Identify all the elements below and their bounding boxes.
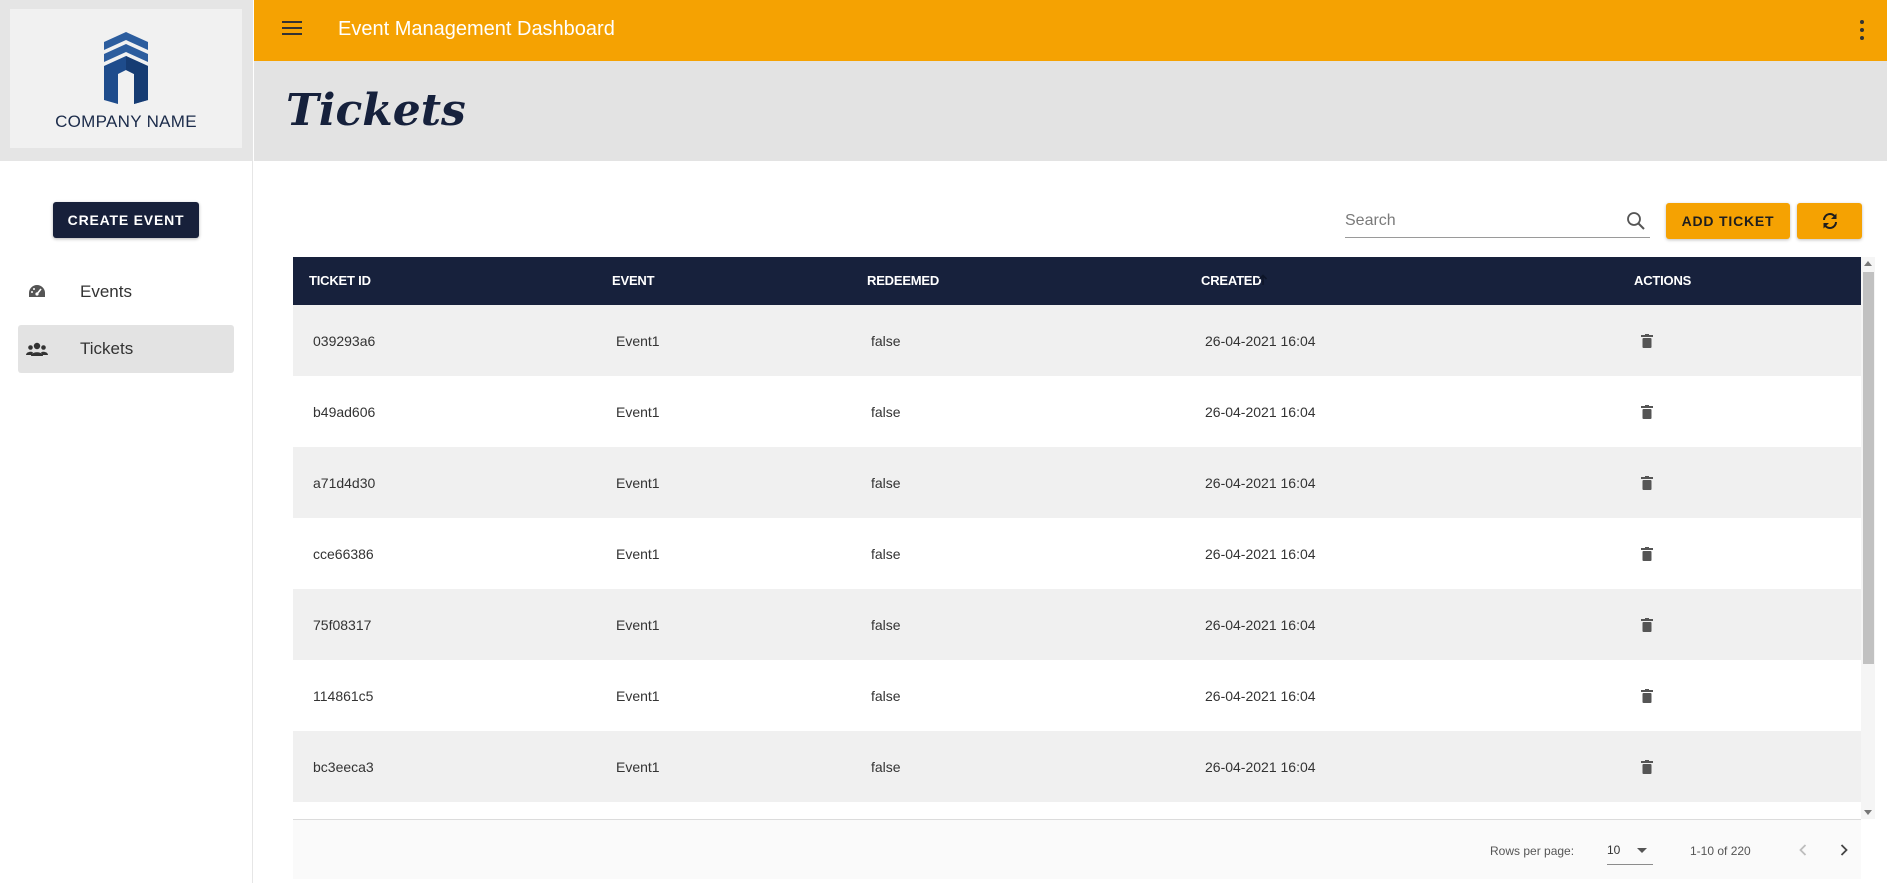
- cell-created: 26-04-2021 16:04: [1205, 404, 1316, 420]
- scroll-down-arrow-icon[interactable]: [1864, 810, 1872, 815]
- page-title: Tickets: [286, 85, 466, 136]
- next-page-icon[interactable]: [1834, 840, 1854, 860]
- column-header-event[interactable]: EVENT: [612, 273, 655, 288]
- cell-ticket-id: bc3eeca3: [313, 759, 374, 775]
- cell-ticket-id: cce66386: [313, 546, 374, 562]
- search-icon[interactable]: [1626, 211, 1646, 231]
- pagination-range: 1-10 of 220: [1690, 844, 1751, 858]
- delete-icon[interactable]: [1641, 476, 1653, 490]
- building-logo-icon: [104, 31, 148, 104]
- cell-ticket-id: a71d4d30: [313, 475, 376, 491]
- dropdown-caret-icon: [1637, 848, 1647, 853]
- rows-per-page-label: Rows per page:: [1490, 844, 1575, 858]
- cell-created: 26-04-2021 16:04: [1205, 333, 1316, 349]
- table-row[interactable]: cce66386 Event1 false 26-04-2021 16:04: [293, 518, 1861, 589]
- cell-ticket-id: 039293a6: [313, 333, 376, 349]
- people-group-icon: [26, 338, 48, 360]
- cell-event: Event1: [616, 617, 660, 633]
- page-header: Tickets: [254, 61, 1887, 161]
- table-header: TICKET ID EVENT REDEEMED CREATED ACTIONS: [293, 257, 1861, 305]
- cell-created: 26-04-2021 16:04: [1205, 546, 1316, 562]
- search-field[interactable]: [1345, 206, 1650, 238]
- column-header-created[interactable]: CREATED: [1201, 273, 1262, 288]
- sidebar-item-label: Tickets: [80, 339, 134, 358]
- cell-event: Event1: [616, 759, 660, 775]
- column-header-ticket-id[interactable]: TICKET ID: [309, 273, 371, 288]
- table-row[interactable]: 114861c5 Event1 false 26-04-2021 16:04: [293, 660, 1861, 731]
- more-vert-icon[interactable]: [1859, 20, 1865, 40]
- app-title: Event Management Dashboard: [338, 18, 615, 40]
- column-header-redeemed[interactable]: REDEEMED: [867, 273, 939, 288]
- cell-redeemed: false: [871, 546, 901, 562]
- cell-event: Event1: [616, 688, 660, 704]
- delete-icon[interactable]: [1641, 689, 1653, 703]
- cell-event: Event1: [616, 333, 660, 349]
- cell-event: Event1: [616, 404, 660, 420]
- sidebar: COMPANY NAME CREATE EVENT Events Tickets: [0, 0, 253, 883]
- search-input[interactable]: [1345, 206, 1615, 236]
- sidebar-item-label: Events: [80, 282, 132, 301]
- cell-redeemed: false: [871, 404, 901, 420]
- cell-created: 26-04-2021 16:04: [1205, 688, 1316, 704]
- cell-ticket-id: b49ad606: [313, 404, 376, 420]
- cell-ticket-id: 75f08317: [313, 617, 372, 633]
- previous-page-icon[interactable]: [1793, 840, 1813, 860]
- delete-icon[interactable]: [1641, 618, 1653, 632]
- sidebar-item-tickets[interactable]: Tickets: [18, 325, 234, 373]
- rows-per-page-select[interactable]: 10: [1607, 838, 1653, 865]
- cell-redeemed: false: [871, 475, 901, 491]
- rows-per-page-value: 10: [1607, 843, 1621, 857]
- app-bar: Event Management Dashboard: [254, 0, 1887, 61]
- refresh-button[interactable]: [1797, 203, 1862, 239]
- create-event-button[interactable]: CREATE EVENT: [53, 202, 199, 238]
- table-row[interactable]: a71d4d30 Event1 false 26-04-2021 16:04: [293, 447, 1861, 518]
- delete-icon[interactable]: [1641, 547, 1653, 561]
- scrollbar-thumb[interactable]: [1863, 272, 1874, 664]
- table-row[interactable]: 039293a6 Event1 false 26-04-2021 16:04: [293, 305, 1861, 376]
- delete-icon[interactable]: [1641, 760, 1653, 774]
- table-row-partial: [293, 802, 1861, 819]
- cell-event: Event1: [616, 475, 660, 491]
- cell-created: 26-04-2021 16:04: [1205, 475, 1316, 491]
- cell-redeemed: false: [871, 688, 901, 704]
- cell-redeemed: false: [871, 333, 901, 349]
- company-name: COMPANY NAME: [55, 111, 197, 131]
- table-row[interactable]: bc3eeca3 Event1 false 26-04-2021 16:04: [293, 731, 1861, 802]
- cell-created: 26-04-2021 16:04: [1205, 617, 1316, 633]
- logo-area: COMPANY NAME: [0, 0, 253, 161]
- table-scrollbar[interactable]: [1861, 257, 1875, 819]
- sort-arrow-up-icon[interactable]: [1258, 274, 1268, 286]
- scroll-up-arrow-icon[interactable]: [1864, 261, 1872, 266]
- table-row[interactable]: b49ad606 Event1 false 26-04-2021 16:04: [293, 376, 1861, 447]
- refresh-icon: [1822, 213, 1837, 229]
- company-logo[interactable]: COMPANY NAME: [10, 9, 242, 148]
- tickets-table: TICKET ID EVENT REDEEMED CREATED ACTIONS…: [293, 257, 1861, 819]
- add-ticket-button[interactable]: ADD TICKET: [1666, 203, 1790, 239]
- cell-redeemed: false: [871, 617, 901, 633]
- sidebar-item-events[interactable]: Events: [18, 268, 234, 316]
- column-header-actions: ACTIONS: [1634, 273, 1692, 288]
- cell-created: 26-04-2021 16:04: [1205, 759, 1316, 775]
- cell-event: Event1: [616, 546, 660, 562]
- cell-redeemed: false: [871, 759, 901, 775]
- delete-icon[interactable]: [1641, 334, 1653, 348]
- dashboard-gauge-icon: [26, 281, 48, 303]
- table-pagination: Rows per page: 10 1-10 of 220: [293, 819, 1861, 879]
- hamburger-menu-icon[interactable]: [282, 21, 302, 39]
- delete-icon[interactable]: [1641, 405, 1653, 419]
- cell-ticket-id: 114861c5: [313, 688, 374, 704]
- table-row[interactable]: 75f08317 Event1 false 26-04-2021 16:04: [293, 589, 1861, 660]
